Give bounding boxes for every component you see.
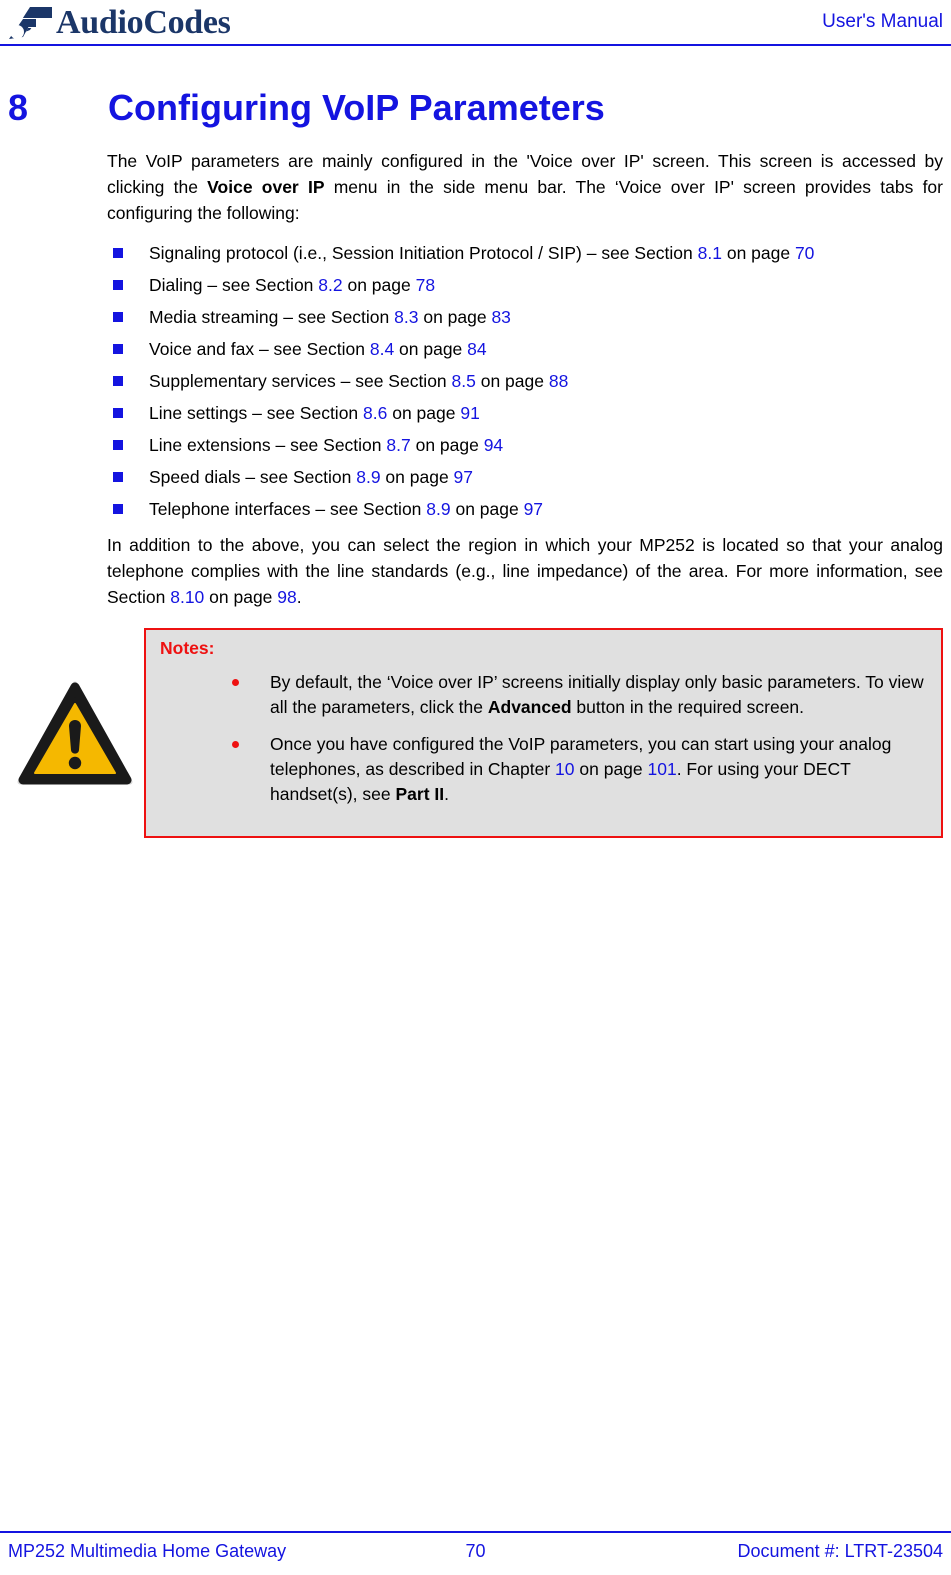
- note-item: Once you have configured the VoIP parame…: [146, 732, 945, 807]
- note-text-b: on page: [574, 759, 648, 779]
- square-bullet-icon: [113, 408, 123, 418]
- list-item: Supplementary services – see Section 8.5…: [107, 368, 943, 394]
- list-item-text: Signaling protocol (i.e., Session Initia…: [149, 243, 698, 263]
- list-item: Dialing – see Section 8.2 on page 78: [107, 272, 943, 298]
- square-bullet-icon: [113, 440, 123, 450]
- list-item-text: Media streaming – see Section: [149, 307, 395, 327]
- page-ref[interactable]: 88: [549, 371, 568, 391]
- square-bullet-icon: [113, 248, 123, 258]
- list-item: Speed dials – see Section 8.9 on page 97: [107, 464, 943, 490]
- section-ref[interactable]: 8.6: [363, 403, 387, 423]
- section-ref[interactable]: 8.5: [452, 371, 476, 391]
- page-ref[interactable]: 94: [484, 435, 503, 455]
- section-ref[interactable]: 8.1: [698, 243, 722, 263]
- square-bullet-icon: [113, 504, 123, 514]
- list-item-text-b: on page: [380, 467, 454, 487]
- list-item-text-b: on page: [475, 371, 549, 391]
- list-item-text: Line extensions – see Section: [149, 435, 387, 455]
- section-ref[interactable]: 8.2: [318, 275, 342, 295]
- list-item-text-b: on page: [387, 403, 461, 423]
- closing-section-ref[interactable]: 8.10: [170, 587, 204, 607]
- header-doc-type: User's Manual: [822, 11, 943, 32]
- list-item: Telephone interfaces – see Section 8.9 o…: [107, 496, 943, 522]
- list-item: Media streaming – see Section 8.3 on pag…: [107, 304, 943, 330]
- list-item-text: Supplementary services – see Section: [149, 371, 452, 391]
- section-ref[interactable]: 8.9: [356, 467, 380, 487]
- note-text-d: .: [444, 784, 449, 804]
- list-item-text: Voice and fax – see Section: [149, 339, 370, 359]
- document-page: AudioCodes User's Manual 8 Configuring V…: [0, 0, 951, 1575]
- logo-text-codes: Codes: [143, 4, 231, 41]
- page-ref[interactable]: 84: [467, 339, 486, 359]
- section-ref[interactable]: 8.9: [426, 499, 450, 519]
- section-ref[interactable]: 8.7: [386, 435, 410, 455]
- closing-text-b: on page: [204, 587, 278, 607]
- list-item-text: Telephone interfaces – see Section: [149, 499, 427, 519]
- square-bullet-icon: [113, 344, 123, 354]
- square-bullet-icon: [113, 472, 123, 482]
- round-bullet-icon: [232, 679, 239, 686]
- list-item-text: Line settings – see Section: [149, 403, 364, 423]
- page-ref[interactable]: 78: [416, 275, 435, 295]
- note-chapter-ref[interactable]: 10: [555, 759, 574, 779]
- footer-divider: [0, 1531, 951, 1533]
- page-ref[interactable]: 83: [491, 307, 510, 327]
- list-item: Voice and fax – see Section 8.4 on page …: [107, 336, 943, 362]
- page-ref[interactable]: 97: [524, 499, 543, 519]
- list-item-text: Dialing – see Section: [149, 275, 319, 295]
- notes-list: By default, the ‘Voice over IP’ screens …: [146, 670, 945, 819]
- list-item-text-b: on page: [410, 435, 484, 455]
- list-item: Line settings – see Section 8.6 on page …: [107, 400, 943, 426]
- footer-document-id: Document #: LTRT-23504: [737, 1541, 943, 1561]
- list-item-text-b: on page: [342, 275, 416, 295]
- round-bullet-icon: [232, 741, 239, 748]
- page-ref[interactable]: 97: [454, 467, 473, 487]
- list-item-text: Speed dials – see Section: [149, 467, 357, 487]
- audiocodes-logo: AudioCodes: [8, 2, 231, 40]
- voip-tabs-list: Signaling protocol (i.e., Session Initia…: [107, 240, 943, 522]
- header-divider: [0, 44, 951, 46]
- warning-triangle-icon: [17, 681, 133, 785]
- note-text-b: button in the required screen.: [571, 697, 805, 717]
- closing-text-c: .: [296, 587, 302, 607]
- section-ref[interactable]: 8.3: [394, 307, 418, 327]
- notes-box: Notes: By default, the ‘Voice over IP’ s…: [144, 628, 943, 838]
- note-advanced-button-name: Advanced: [487, 697, 572, 717]
- notes-block: Notes: By default, the ‘Voice over IP’ s…: [0, 628, 951, 840]
- page-ref[interactable]: 91: [460, 403, 479, 423]
- page-ref[interactable]: 70: [795, 243, 814, 263]
- closing-paragraph: In addition to the above, you can select…: [107, 532, 943, 610]
- page-title: Configuring VoIP Parameters: [108, 87, 605, 128]
- square-bullet-icon: [113, 280, 123, 290]
- page-header: AudioCodes User's Manual: [0, 0, 951, 46]
- logo-text-audio: Audio: [56, 4, 144, 41]
- list-item-text-b: on page: [721, 243, 795, 263]
- square-bullet-icon: [113, 312, 123, 322]
- audiocodes-wordmark: AudioCodes: [56, 6, 231, 40]
- list-item-text-b: on page: [394, 339, 468, 359]
- list-item-text-b: on page: [450, 499, 524, 519]
- note-part-ref: Part II: [395, 784, 445, 804]
- audiocodes-logo-icon: [8, 7, 52, 39]
- chapter-number: 8: [8, 87, 29, 128]
- note-item: By default, the ‘Voice over IP’ screens …: [146, 670, 945, 720]
- intro-menu-name: Voice over IP: [207, 177, 325, 197]
- intro-paragraph: The VoIP parameters are mainly configure…: [107, 148, 943, 226]
- page-footer: MP252 Multimedia Home Gateway 70 Documen…: [0, 1531, 951, 1575]
- list-item: Signaling protocol (i.e., Session Initia…: [107, 240, 943, 266]
- chapter-heading: 8 Configuring VoIP Parameters: [8, 86, 943, 130]
- closing-page-ref[interactable]: 98: [277, 587, 296, 607]
- note-page-ref[interactable]: 101: [648, 759, 677, 779]
- notes-title: Notes:: [160, 638, 215, 658]
- section-ref[interactable]: 8.4: [370, 339, 394, 359]
- page-body: The VoIP parameters are mainly configure…: [107, 148, 943, 624]
- square-bullet-icon: [113, 376, 123, 386]
- list-item-text-b: on page: [418, 307, 492, 327]
- list-item: Line extensions – see Section 8.7 on pag…: [107, 432, 943, 458]
